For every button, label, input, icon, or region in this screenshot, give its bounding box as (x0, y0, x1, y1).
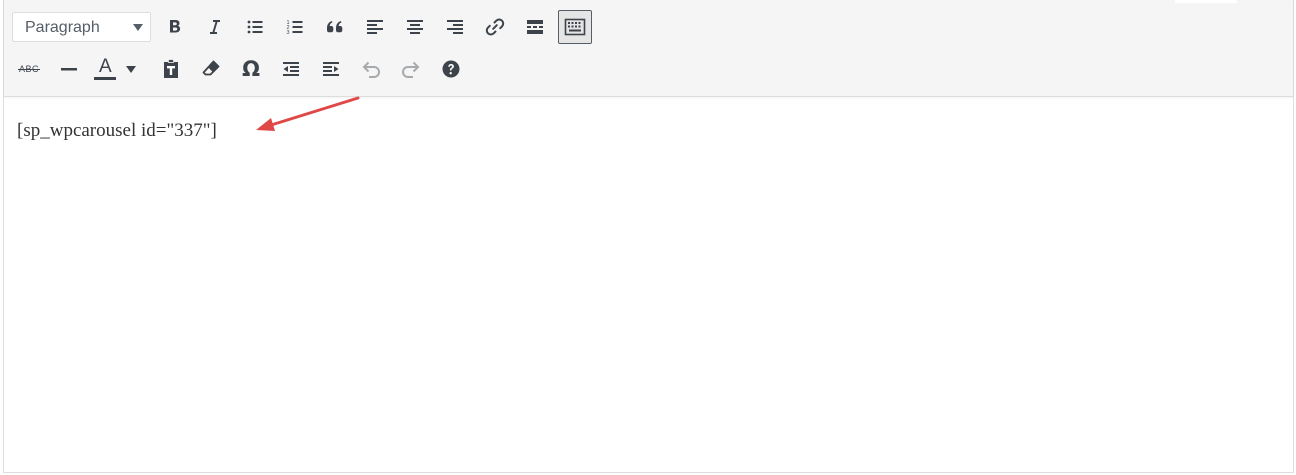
clear-formatting-button[interactable] (194, 52, 228, 86)
svg-text:3: 3 (287, 30, 290, 36)
special-character-icon: Ω (242, 57, 260, 81)
clear-formatting-icon (202, 60, 220, 76)
help-icon (442, 60, 460, 78)
chevron-down-icon (133, 24, 143, 31)
align-left-button[interactable] (358, 10, 392, 44)
strikethrough-button[interactable]: ABC (12, 52, 46, 86)
paste-as-text-icon (164, 59, 178, 78)
text-color-dropdown[interactable] (122, 52, 140, 86)
editor-content[interactable]: [sp_wpcarousel id="337"] (17, 120, 217, 142)
chevron-down-icon (126, 65, 136, 73)
horizontal-line-icon (61, 68, 77, 71)
numbered-list-icon: 1 2 3 (287, 20, 303, 36)
horizontal-line-button[interactable] (52, 52, 86, 86)
align-left-icon (367, 20, 383, 34)
align-right-button[interactable] (438, 10, 472, 44)
read-more-icon (527, 20, 543, 34)
bulleted-list-button[interactable] (238, 10, 272, 44)
numbered-list-button[interactable]: 1 2 3 (278, 10, 312, 44)
bold-button[interactable] (158, 10, 192, 44)
toolbar-toggle-button[interactable] (558, 10, 592, 44)
indent-icon (323, 62, 339, 76)
text-color-button[interactable]: A (92, 52, 116, 86)
insert-link-button[interactable] (478, 10, 512, 44)
redo-button[interactable] (394, 52, 428, 86)
align-center-button[interactable] (398, 10, 432, 44)
undo-icon (362, 61, 381, 78)
align-right-icon (447, 20, 463, 34)
undo-button[interactable] (354, 52, 388, 86)
editor: Paragraph 1 2 3 ABC A Ω [sp_wpcarousel i… (3, 0, 1294, 473)
blockquote-button[interactable] (318, 10, 352, 44)
outdent-icon (283, 62, 299, 76)
align-center-icon (407, 20, 423, 34)
annotation-arrow (256, 96, 360, 131)
special-character-button[interactable]: Ω (234, 52, 268, 86)
paste-as-text-button[interactable] (154, 52, 188, 86)
keyboard-shortcuts-help-button[interactable] (434, 52, 468, 86)
italic-icon (210, 20, 220, 34)
bulleted-list-icon (247, 20, 263, 34)
editor-toolbar: Paragraph 1 2 3 ABC A Ω (4, 0, 1293, 97)
link-icon (485, 18, 505, 36)
insert-read-more-button[interactable] (518, 10, 552, 44)
toolbar-toggle-icon (564, 18, 586, 36)
redo-icon (401, 61, 420, 78)
strikethrough-icon: ABC (17, 64, 40, 74)
italic-button[interactable] (198, 10, 232, 44)
text-color-icon: A (93, 56, 116, 82)
format-select-value: Paragraph (25, 19, 100, 36)
decrease-indent-button[interactable] (274, 52, 308, 86)
format-select[interactable]: Paragraph (12, 12, 151, 42)
increase-indent-button[interactable] (314, 52, 348, 86)
bold-icon (170, 20, 181, 33)
blockquote-icon (327, 21, 343, 33)
